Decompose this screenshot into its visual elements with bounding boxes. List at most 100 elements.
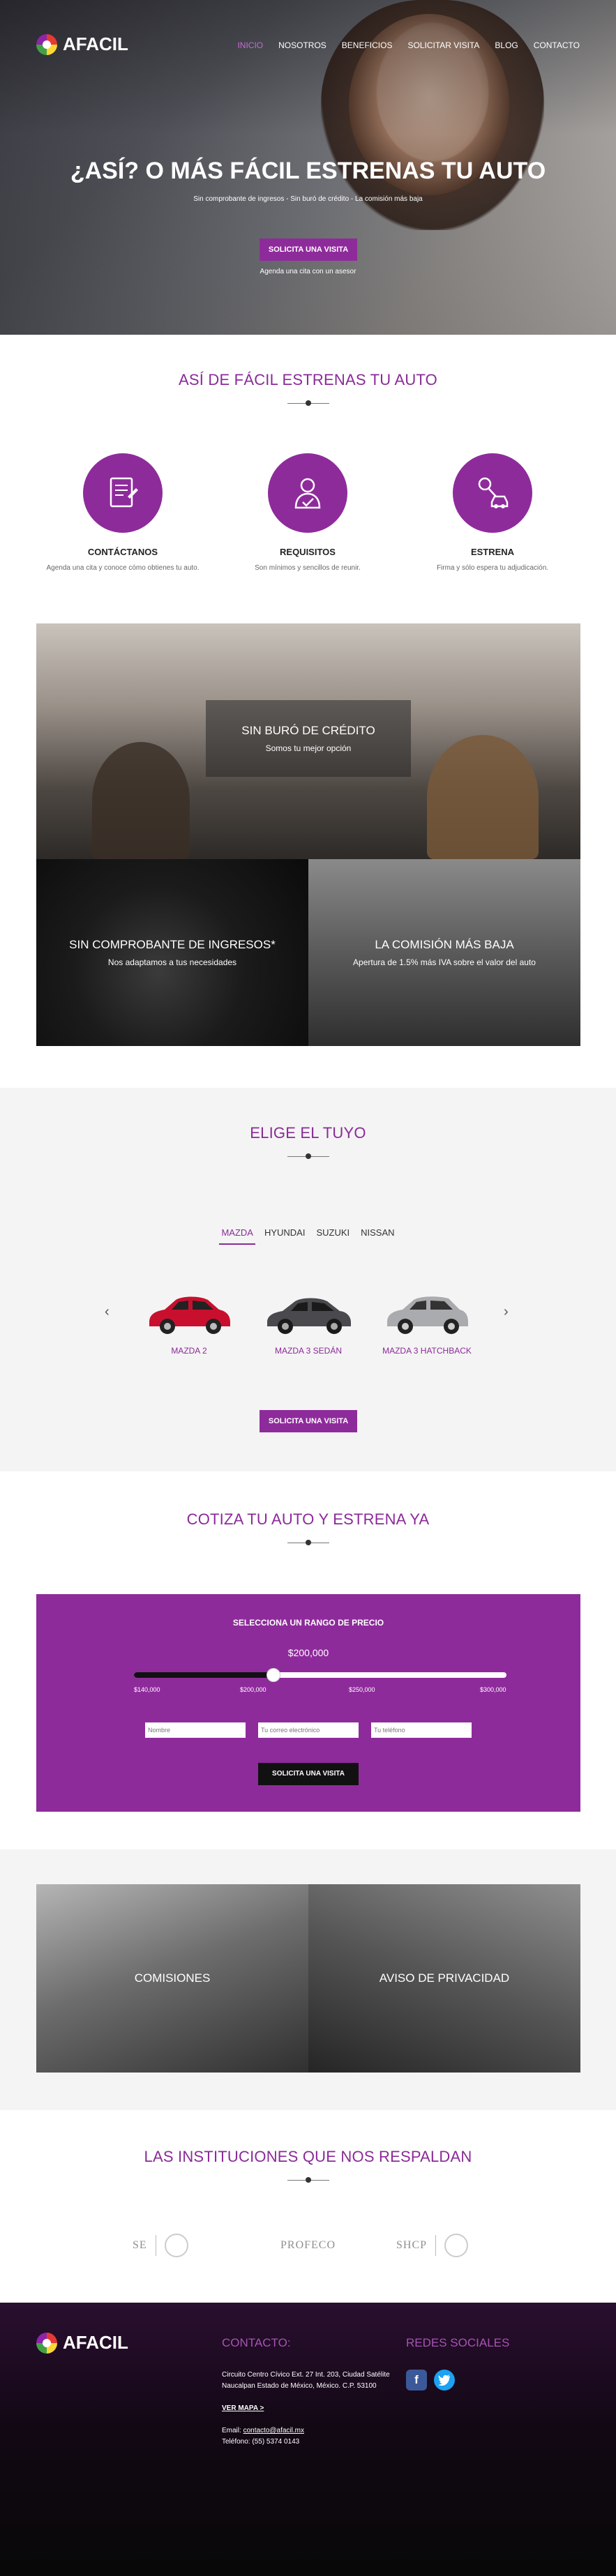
car-image (267, 1298, 351, 1334)
step-contactanos: CONTÁCTANOS Agenda una cita y conoce cóm… (31, 453, 215, 572)
divider (287, 1538, 329, 1547)
contact-title: CONTACTO: (222, 2336, 291, 2349)
feature-title: SIN COMPROBANTE DE INGRESOS* (69, 938, 276, 951)
feature-text: Somos tu mejor opción (265, 743, 352, 753)
tick-label: $140,000 (134, 1686, 160, 1693)
prev-arrow-icon[interactable]: ‹ (105, 1304, 110, 1320)
address-line: Naucalpan Estado de México, México. C.P.… (222, 2382, 377, 2390)
car-image (149, 1296, 230, 1334)
logo[interactable]: AFACIL (36, 33, 128, 55)
step-requisitos: REQUISITOS Son mínimos y sencillos de re… (216, 453, 400, 572)
step-title: ESTRENA (470, 547, 515, 557)
nav-inicio[interactable]: INICIO (237, 40, 263, 50)
tile-title: AVISO DE PRIVACIDAD (379, 1971, 510, 1985)
choose-title: ELIGE EL TUYO (250, 1124, 366, 1142)
car-name: MAZDA 2 (171, 1346, 207, 1356)
quote-panel: SELECCIONA UN RANGO DE PRECIO $200,000 $… (36, 1594, 580, 1812)
user-check-icon (268, 453, 347, 533)
institutions-title: LAS INSTITUCIONES QUE NOS RESPALDAN (144, 2148, 472, 2165)
hero-visit-button[interactable]: SOLICITA UNA VISITA (260, 238, 357, 261)
twitter-icon[interactable] (434, 2370, 455, 2391)
tile-title: COMISIONES (134, 1971, 211, 1985)
car-mazda-3-sedan[interactable]: MAZDA 3 SEDÁN (253, 1289, 364, 1356)
feature-title: SIN BURÓ DE CRÉDITO (241, 724, 375, 737)
step-text: Agenda una cita y conoce cómo obtienes t… (46, 564, 200, 572)
phone: Teléfono: (55) 5374 0143 (222, 2438, 300, 2446)
feature-comision-baja: LA COMISIÓN MÁS BAJA Apertura de 1.5% má… (308, 859, 580, 1046)
tab-mazda[interactable]: MAZDA (219, 1227, 255, 1245)
brand-tabs: MAZDA HYUNDAI SUZUKI NISSAN (0, 1227, 616, 1245)
tab-nissan[interactable]: NISSAN (359, 1227, 396, 1245)
car-name: MAZDA 3 HATCHBACK (382, 1346, 472, 1356)
logo-shcp: SHCP (396, 2232, 469, 2259)
nav-solicitar-visita[interactable]: SOLICITAR VISITA (407, 40, 479, 50)
email-row: Email: contacto@afacil.mx (222, 2425, 304, 2437)
tile-aviso-privacidad[interactable]: AVISO DE PRIVACIDAD (308, 1884, 580, 2073)
car-name: MAZDA 3 SEDÁN (274, 1346, 343, 1356)
nav-contacto[interactable]: CONTACTO (534, 40, 580, 50)
logo-icon (36, 33, 57, 55)
name-field[interactable] (145, 1722, 246, 1738)
feature-text: Apertura de 1.5% más IVA sobre el valor … (353, 957, 536, 967)
car-key-icon (453, 453, 532, 533)
range-title: SELECCIONA UN RANGO DE PRECIO (232, 1618, 384, 1628)
logo-profeco: PROFECO (280, 2239, 336, 2251)
main-nav: INICIO NOSOTROS BENEFICIOS SOLICITAR VIS… (237, 40, 580, 50)
hero: AFACIL INICIO NOSOTROS BENEFICIOS SOLICI… (0, 0, 616, 335)
slider-handle[interactable] (266, 1668, 281, 1682)
footer: AFACIL CONTACTO: Circuito Centro Cívico … (0, 2303, 616, 2576)
divider (287, 2176, 329, 2184)
tick-label: $250,000 (349, 1686, 375, 1693)
hero-subtitle: Sin comprobante de ingresos - Sin buró d… (193, 195, 423, 203)
quote-heading: COTIZA TU AUTO Y ESTRENA YA (0, 1510, 616, 1547)
step-title: CONTÁCTANOS (87, 547, 158, 557)
nav-beneficios[interactable]: BENEFICIOS (342, 40, 393, 50)
address-line: Circuito Centro Cívico Ext. 27 Int. 203,… (222, 2371, 390, 2379)
hero-note: Agenda una cita con un asesor (260, 268, 356, 275)
step-estrena: ESTRENA Firma y sólo espera tu adjudicac… (400, 453, 585, 572)
map-link[interactable]: VER MAPA > (222, 2403, 264, 2414)
footer-logo[interactable]: AFACIL (36, 2332, 128, 2354)
steps-heading: ASÍ DE FÁCIL ESTRENAS TU AUTO (0, 371, 616, 407)
quote-title: COTIZA TU AUTO Y ESTRENA YA (186, 1510, 430, 1528)
phone-field[interactable] (371, 1722, 472, 1738)
nav-blog[interactable]: BLOG (495, 40, 518, 50)
institutions-heading: LAS INSTITUCIONES QUE NOS RESPALDAN (0, 2148, 616, 2184)
nav-nosotros[interactable]: NOSOTROS (278, 40, 326, 50)
email-link[interactable]: contacto@afacil.mx (243, 2427, 304, 2434)
social-title: REDES SOCIALES (406, 2336, 510, 2349)
feature-sin-buro: SIN BURÓ DE CRÉDITO Somos tu mejor opció… (36, 623, 580, 859)
facebook-icon[interactable]: f (406, 2370, 427, 2391)
logo-se: SE (133, 2232, 188, 2259)
feature-title: LA COMISIÓN MÁS BAJA (375, 938, 514, 951)
next-arrow-icon[interactable]: › (504, 1304, 509, 1320)
car-mazda-2[interactable]: MAZDA 2 (133, 1289, 245, 1356)
step-text: Firma y sólo espera tu adjudicación. (436, 564, 549, 572)
tick-label: $300,000 (480, 1686, 506, 1693)
tile-comisiones[interactable]: COMISIONES (36, 1884, 308, 2073)
tab-suzuki[interactable]: SUZUKI (314, 1227, 352, 1245)
divider (287, 399, 329, 407)
tick-label: $200,000 (240, 1686, 266, 1693)
feature-text: Nos adaptamos a tus necesidades (107, 957, 237, 967)
step-text: Son mínimos y sencillos de reunir. (255, 564, 361, 572)
choose-visit-button[interactable]: SOLICITA UNA VISITA (260, 1410, 357, 1432)
tab-hyundai[interactable]: HYUNDAI (262, 1227, 308, 1245)
hero-title: ¿ASÍ? O MÁS FÁCIL ESTRENAS TU AUTO (70, 158, 546, 184)
document-icon (83, 453, 163, 533)
email-label: Email: (222, 2427, 241, 2434)
quote-submit-button[interactable]: SOLICITA UNA VISITA (258, 1763, 359, 1785)
car-mazda-3-hatchback[interactable]: MAZDA 3 HATCHBACK (371, 1289, 483, 1356)
choose-heading: ELIGE EL TUYO (0, 1124, 616, 1160)
step-title: REQUISITOS (280, 547, 336, 557)
range-value: $200,000 (287, 1647, 329, 1658)
steps-title: ASÍ DE FÁCIL ESTRENAS TU AUTO (179, 371, 437, 388)
email-field[interactable] (258, 1722, 359, 1738)
car-image (387, 1296, 468, 1334)
logo-icon (36, 2332, 57, 2354)
seal-icon (164, 2234, 188, 2257)
feature-sin-comprobante: SIN COMPROBANTE DE INGRESOS* Nos adaptam… (36, 859, 308, 1046)
price-slider[interactable] (134, 1668, 506, 1682)
seal-icon (444, 2234, 469, 2257)
divider (287, 1152, 329, 1160)
